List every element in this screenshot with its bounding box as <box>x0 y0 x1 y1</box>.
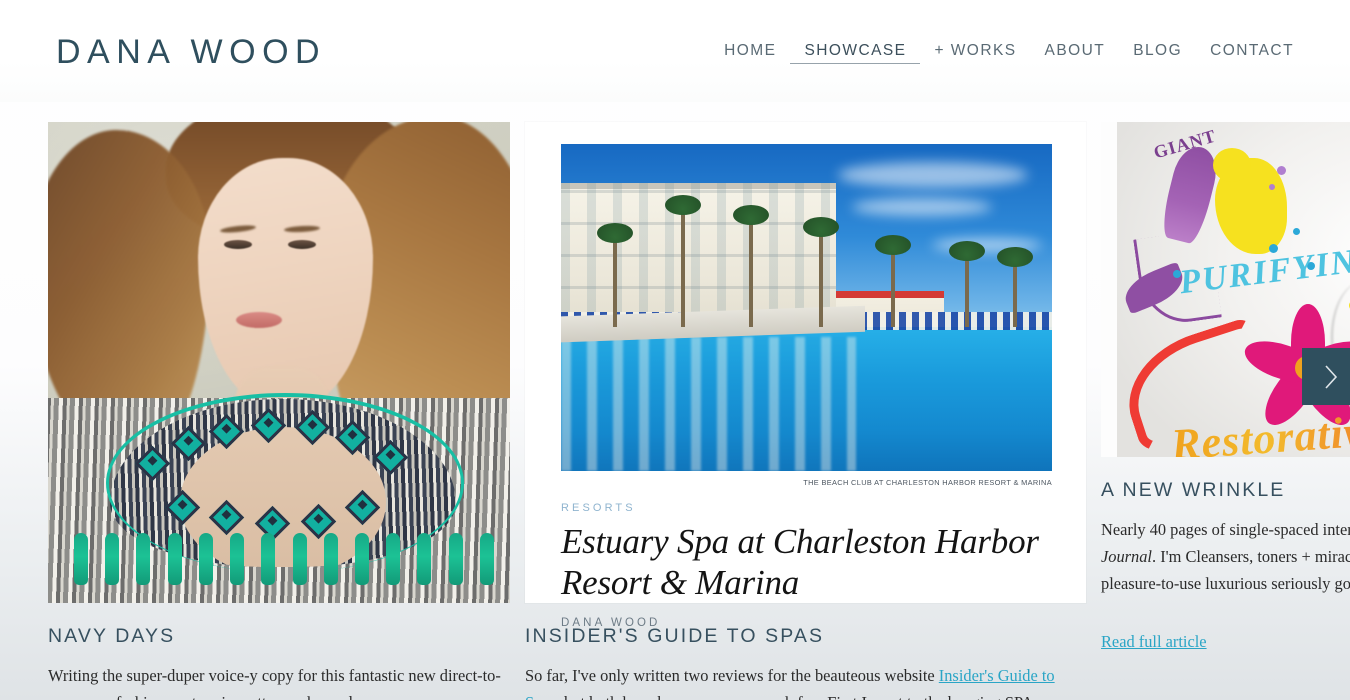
photo-palm-tree <box>997 247 1033 328</box>
card-text-spas: INSIDER'S GUIDE TO SPAS So far, I've onl… <box>525 625 1086 700</box>
photo-palm-tree <box>733 205 769 328</box>
photo-palm-tree <box>803 217 839 328</box>
card-image-a-new-wrinkle[interactable]: GIANT PURIFYING SEA DAFFODIL Restorative <box>1101 122 1350 457</box>
main-navigation: HOME SHOWCASE + WORKS ABOUT BLOG CONTACT <box>710 38 1308 65</box>
card-body-navy-days: Writing the super-duper voice-y copy for… <box>48 666 501 700</box>
showcase-grid: NAVY DAYS Writing the super-duper voice-… <box>0 122 1350 700</box>
nav-item-contact[interactable]: CONTACT <box>1196 38 1308 65</box>
card-text-navy-days: NAVY DAYS Writing the super-duper voice-… <box>48 625 510 700</box>
illustration-yellow-dot <box>1213 148 1251 182</box>
card-body-spas-rest: , but both have been so, so, so much fun… <box>556 693 1033 700</box>
showcase-column-wrinkle: GIANT PURIFYING SEA DAFFODIL Restorative… <box>1101 122 1350 700</box>
beauty-illustration: GIANT PURIFYING SEA DAFFODIL Restorative <box>1117 122 1350 457</box>
magazine-kicker: RESORTS <box>561 502 636 514</box>
illustration-dot <box>1293 228 1300 235</box>
card-title-a-new-wrinkle[interactable]: A NEW WRINKLE <box>1101 479 1350 502</box>
model-eye-right <box>288 240 316 249</box>
card-image-navy-days[interactable] <box>48 122 510 603</box>
carousel-next-button[interactable] <box>1302 348 1350 405</box>
garment-tassels <box>74 533 494 603</box>
card-title-navy-days[interactable]: NAVY DAYS <box>48 625 510 648</box>
page-root: DANA WOOD HOME SHOWCASE + WORKS ABOUT BL… <box>0 0 1350 700</box>
photo-cloud <box>852 198 992 216</box>
model-eye-left <box>224 240 252 249</box>
nav-item-about[interactable]: ABOUT <box>1031 38 1120 65</box>
card-body-a-new-wrinkle: Nearly 40 pages of single-spaced intervi… <box>1101 517 1350 597</box>
read-full-article-link[interactable]: Read full article <box>1101 632 1207 652</box>
showcase-column-navy-days: NAVY DAYS Writing the super-duper voice-… <box>48 122 510 700</box>
card-body-spas-lead: So far, I've only written two reviews fo… <box>525 666 939 686</box>
site-logo[interactable]: DANA WOOD <box>56 35 326 69</box>
photo-palm-tree <box>875 235 911 328</box>
site-header: DANA WOOD HOME SHOWCASE + WORKS ABOUT BL… <box>0 0 1350 102</box>
card-text-wrinkle: A NEW WRINKLE Nearly 40 pages of single-… <box>1101 479 1350 652</box>
card-body-wrinkle-lead: Nearly 40 pages of single-spaced intervi… <box>1101 520 1350 540</box>
magazine-headline: Estuary Spa at Charleston Harbor Resort … <box>561 522 1039 602</box>
resort-pool-photo <box>561 144 1052 471</box>
card-body-spas: So far, I've only written two reviews fo… <box>525 663 1086 700</box>
photo-pool-reflection <box>561 336 856 471</box>
photo-cloud <box>838 162 1028 188</box>
photo-palm-tree <box>665 195 701 328</box>
nav-item-works[interactable]: + WORKS <box>920 38 1030 65</box>
chevron-right-icon <box>1325 364 1338 389</box>
nav-item-blog[interactable]: BLOG <box>1119 38 1196 65</box>
photo-palm-tree <box>949 241 985 328</box>
nav-item-home[interactable]: HOME <box>710 38 790 65</box>
card-image-magazine-spread[interactable]: THE BEACH CLUB AT CHARLESTON HARBOR RESO… <box>525 122 1086 629</box>
magazine-byline: DANA WOOD <box>561 617 661 630</box>
illustration-dot <box>1269 184 1275 190</box>
nav-item-showcase[interactable]: SHOWCASE <box>790 38 921 65</box>
photo-credit-caption: THE BEACH CLUB AT CHARLESTON HARBOR RESO… <box>803 478 1052 487</box>
illustration-dot <box>1277 166 1286 175</box>
photo-palm-tree <box>597 223 633 328</box>
showcase-column-spas: THE BEACH CLUB AT CHARLESTON HARBOR RESO… <box>525 122 1086 700</box>
model-lips <box>236 312 282 328</box>
